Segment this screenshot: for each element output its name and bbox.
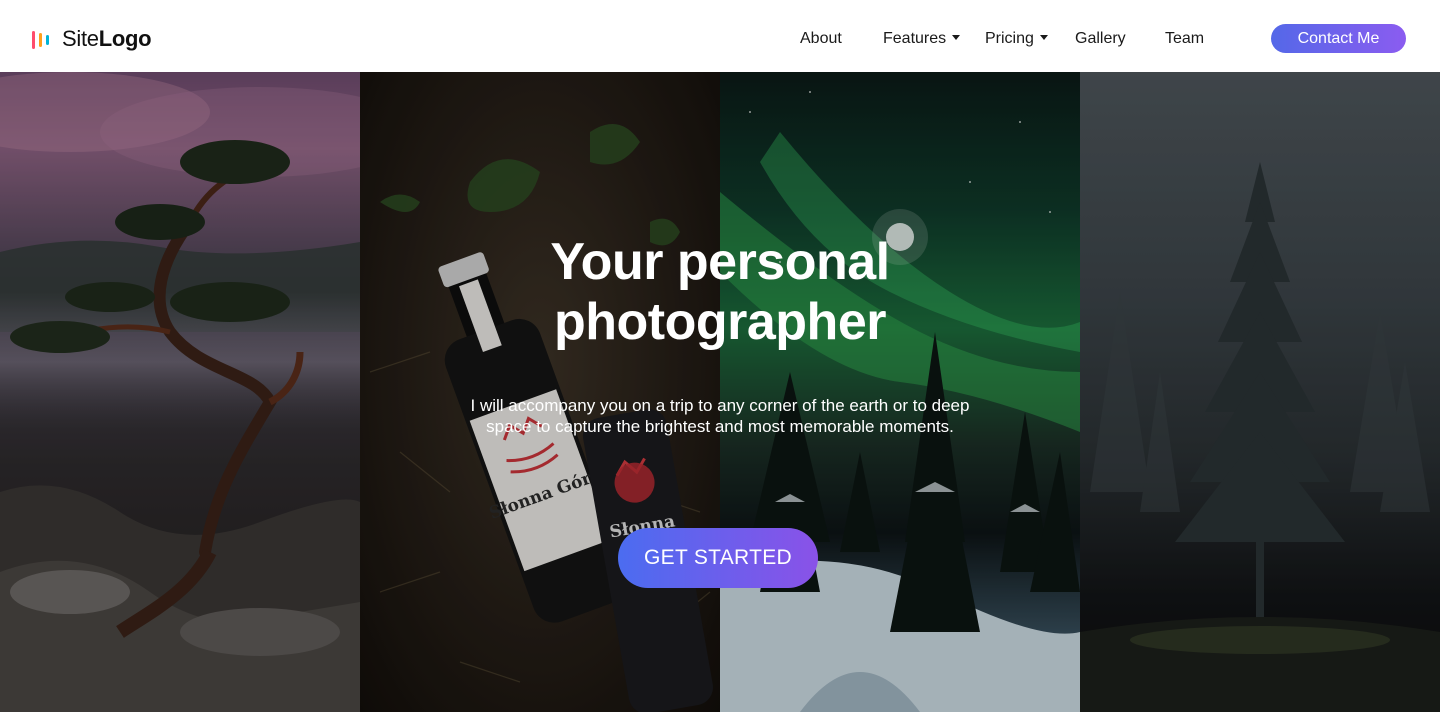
nav-item-about[interactable]: About bbox=[800, 27, 842, 51]
hero-overlay bbox=[0, 72, 1440, 712]
hero-title-line-2: photographer bbox=[554, 293, 886, 351]
site-logo[interactable]: SiteLogo bbox=[32, 26, 152, 52]
nav-item-features[interactable]: Features bbox=[883, 27, 961, 51]
logo-bars-icon bbox=[32, 28, 56, 50]
contact-me-button[interactable]: Contact Me bbox=[1271, 24, 1406, 53]
get-started-button[interactable]: GET STARTED bbox=[618, 528, 818, 588]
nav-item-gallery[interactable]: Gallery bbox=[1075, 27, 1126, 51]
chevron-down-icon bbox=[1039, 35, 1048, 40]
hero-subtitle: I will accompany you on a trip to any co… bbox=[470, 396, 970, 436]
hero-title: Your personal photographer bbox=[470, 232, 970, 352]
nav-item-pricing[interactable]: Pricing bbox=[985, 27, 1048, 51]
chevron-down-icon bbox=[952, 35, 961, 40]
site-header: SiteLogo About Features Pricing Gallery … bbox=[0, 0, 1440, 72]
nav-item-team[interactable]: Team bbox=[1165, 27, 1204, 51]
hero-section: Słonna Góra Słonna Your personal photogr… bbox=[0, 72, 1440, 712]
logo-text: SiteLogo bbox=[62, 26, 152, 51]
hero-title-line-1: Your personal bbox=[550, 233, 890, 291]
